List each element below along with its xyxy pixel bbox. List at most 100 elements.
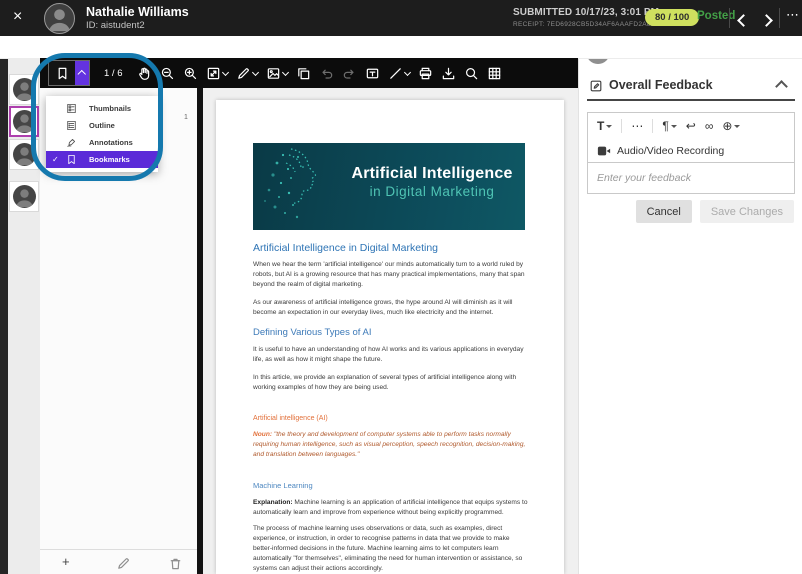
insert-icon: ⊕ — [722, 119, 732, 133]
doc-subheading-ml: Machine Learning — [253, 481, 529, 490]
student-avatar-1[interactable] — [9, 74, 39, 105]
menu-item-label: Thumbnails — [89, 104, 131, 113]
feedback-input[interactable] — [588, 163, 794, 193]
bookmark-dropdown-toggle[interactable] — [75, 61, 89, 85]
undo-icon[interactable] — [319, 66, 334, 81]
audio-video-label: Audio/Video Recording — [617, 145, 724, 157]
avatar — [44, 3, 75, 34]
outline-icon — [66, 120, 77, 131]
pen-annotation-button[interactable] — [236, 66, 258, 81]
left-edge-strip — [0, 36, 8, 574]
link-icon[interactable]: ∞ — [705, 119, 714, 133]
print-icon[interactable] — [418, 66, 433, 81]
image-annotation-button[interactable] — [266, 66, 288, 81]
overall-feedback-icon — [589, 79, 603, 93]
line-annotation-button[interactable] — [388, 66, 410, 81]
thumbnails-icon — [66, 103, 77, 114]
more-formatting-icon[interactable]: ⋯ — [631, 119, 643, 133]
copy-content-icon[interactable] — [296, 66, 311, 81]
previous-student-button[interactable] — [739, 12, 753, 26]
avatar — [13, 110, 36, 133]
save-changes-button[interactable]: Save Changes — [700, 200, 794, 223]
paragraph-style-button[interactable]: ¶ — [662, 119, 676, 133]
doc-paragraph: It is useful to have an understanding of… — [253, 345, 529, 365]
menu-item-label: Outline — [89, 121, 115, 130]
insert-content-button[interactable]: ⊕ — [722, 119, 740, 133]
page-grid-icon[interactable] — [487, 66, 502, 81]
chevron-up-icon — [78, 70, 86, 78]
student-name: Nathalie Williams — [86, 5, 189, 19]
grade-pill[interactable]: 80 / 100 — [645, 9, 699, 26]
document-content: Artificial Intelligence in Digital Marke… — [253, 143, 529, 574]
view-options-menu: Thumbnails Outline Annotations ✓ Bookmar… — [46, 96, 158, 172]
feedback-editor: T ⋯ ¶ ↩ ∞ ⊕ Audio/Video Recording — [587, 112, 795, 194]
text-style-button[interactable]: T — [597, 119, 612, 133]
edit-bookmark-icon[interactable] — [116, 556, 131, 571]
bookmarks-icon — [66, 154, 77, 165]
check-icon: ✓ — [52, 155, 59, 164]
add-bookmark-button[interactable]: + — [62, 554, 70, 569]
annotations-icon — [66, 137, 77, 148]
student-avatar-2-selected[interactable] — [9, 106, 39, 137]
menu-item-annotations[interactable]: Annotations — [46, 134, 158, 151]
close-icon[interactable]: × — [13, 8, 22, 26]
editor-toolbar: T ⋯ ¶ ↩ ∞ ⊕ — [588, 113, 794, 139]
chevron-up-icon[interactable] — [775, 80, 788, 93]
doc-paragraph: In this article, we provide an explanati… — [253, 373, 529, 393]
audio-video-recording-button[interactable]: Audio/Video Recording — [588, 139, 794, 162]
feedback-actions: Cancel Save Changes — [636, 200, 794, 223]
doc-paragraph: The process of machine learning uses obs… — [253, 524, 529, 573]
document-banner-image: Artificial Intelligence in Digital Marke… — [253, 143, 525, 230]
divider — [729, 8, 730, 28]
avatar — [13, 185, 36, 208]
feedback-panel: Overall Feedback T ⋯ ¶ ↩ ∞ ⊕ Audio/Video… — [578, 36, 802, 574]
tab-bar — [0, 36, 802, 59]
search-icon[interactable] — [464, 66, 479, 81]
video-camera-icon — [597, 145, 611, 157]
menu-item-bookmarks-selected[interactable]: ✓ Bookmarks — [46, 151, 158, 168]
divider — [779, 8, 780, 28]
chevron-down-icon — [221, 68, 228, 75]
page-indicator: 1 / 6 — [104, 68, 123, 79]
chevron-down-icon — [251, 68, 258, 75]
banner-subtitle: in Digital Marketing — [345, 184, 519, 199]
doc-paragraph: Explanation: Machine learning is an appl… — [253, 498, 529, 518]
bookmark-icon — [55, 66, 70, 81]
zoom-in-icon[interactable] — [183, 66, 198, 81]
chevron-down-icon — [671, 125, 677, 128]
text-annotation-icon[interactable] — [365, 66, 380, 81]
next-student-button[interactable] — [762, 12, 776, 26]
student-id: ID: aistudent2 — [86, 20, 145, 31]
chevron-right-icon — [760, 14, 773, 27]
cancel-button[interactable]: Cancel — [636, 200, 692, 223]
zoom-out-icon[interactable] — [160, 66, 175, 81]
student-avatar-4[interactable] — [9, 181, 39, 212]
student-avatar-3[interactable] — [9, 139, 39, 170]
pan-hand-icon[interactable] — [137, 66, 152, 81]
chevron-down-icon — [606, 125, 612, 128]
text-style-label: T — [597, 119, 604, 133]
bookmark-view-button[interactable] — [48, 60, 90, 86]
menu-item-outline[interactable]: Outline — [46, 117, 158, 134]
top-bar: × Nathalie Williams ID: aistudent2 SUBMI… — [0, 0, 802, 36]
divider — [652, 119, 653, 133]
more-options-icon[interactable]: ⋯ — [786, 7, 800, 23]
fit-to-page-button[interactable] — [206, 66, 228, 81]
overall-feedback-header[interactable]: Overall Feedback — [579, 74, 802, 98]
chevron-down-icon — [403, 68, 410, 75]
undo-icon[interactable]: ↩ — [686, 119, 696, 133]
redo-icon[interactable] — [342, 66, 357, 81]
menu-item-thumbnails[interactable]: Thumbnails — [46, 100, 158, 117]
doc-explanation-text: Machine learning is an application of ar… — [253, 499, 528, 516]
download-icon[interactable] — [441, 66, 456, 81]
submitted-timestamp: SUBMITTED 10/17/23, 3:01 PM — [513, 7, 659, 18]
document-page[interactable]: Artificial Intelligence in Digital Marke… — [216, 100, 564, 574]
divider — [587, 99, 795, 101]
chevron-down-icon — [734, 125, 740, 128]
bookmark-page-number[interactable]: 1 — [184, 114, 188, 121]
delete-bookmark-icon[interactable] — [168, 556, 183, 571]
feedback-input-wrap — [588, 162, 794, 193]
banner-title: Artificial Intelligence — [345, 164, 519, 184]
doc-paragraph: When we hear the term 'artificial intell… — [253, 260, 529, 290]
divider — [40, 549, 197, 550]
